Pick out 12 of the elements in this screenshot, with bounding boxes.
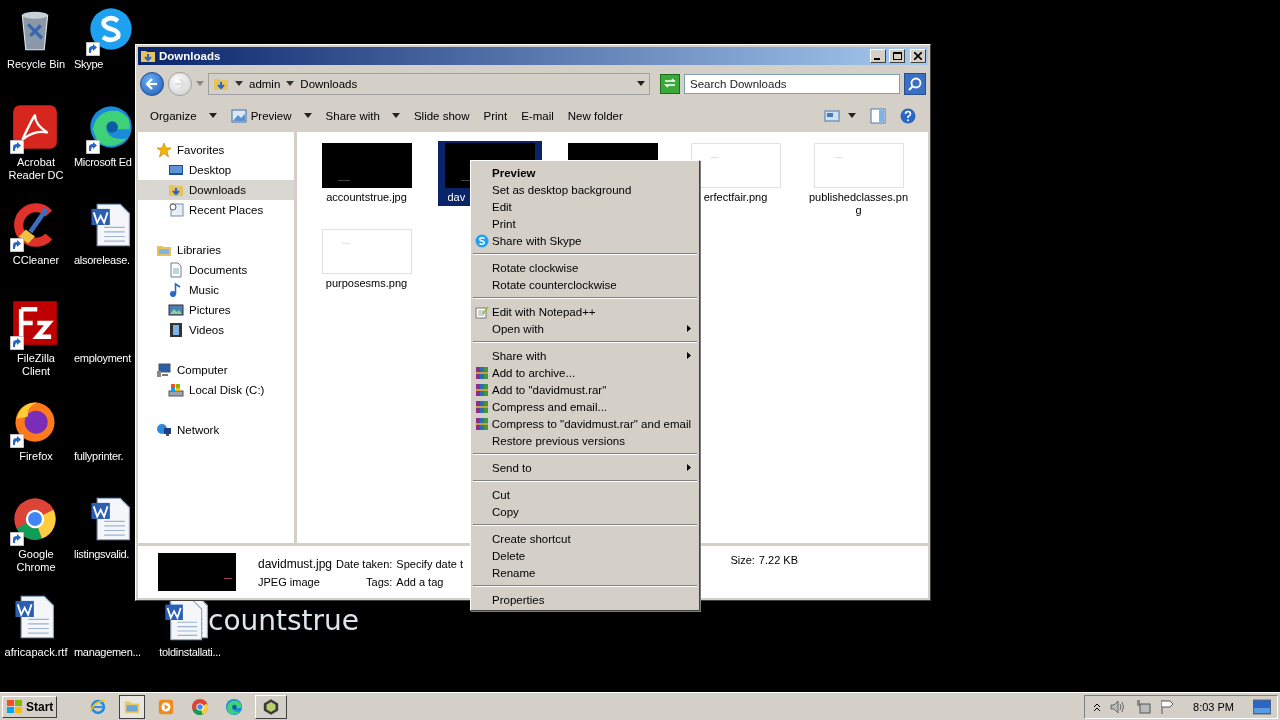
file-name: erfectfair.png: [702, 191, 769, 204]
dragged-file-name: countstrue: [208, 603, 360, 637]
size-label: Size:: [730, 554, 755, 566]
file-type: JPEG image: [258, 575, 321, 588]
file-name: purposesms.png: [324, 277, 409, 290]
tags-label: Tags:: [365, 575, 393, 588]
window-title: Downloads: [159, 50, 222, 62]
file-name: accountstrue.jpg: [325, 191, 408, 204]
file-name: publishedclasses.png: [808, 191, 909, 217]
date-label: Date taken:: [336, 557, 393, 570]
size-value: 7.22 KB: [758, 554, 798, 566]
file-name: davidmust.jpg: [258, 556, 333, 571]
